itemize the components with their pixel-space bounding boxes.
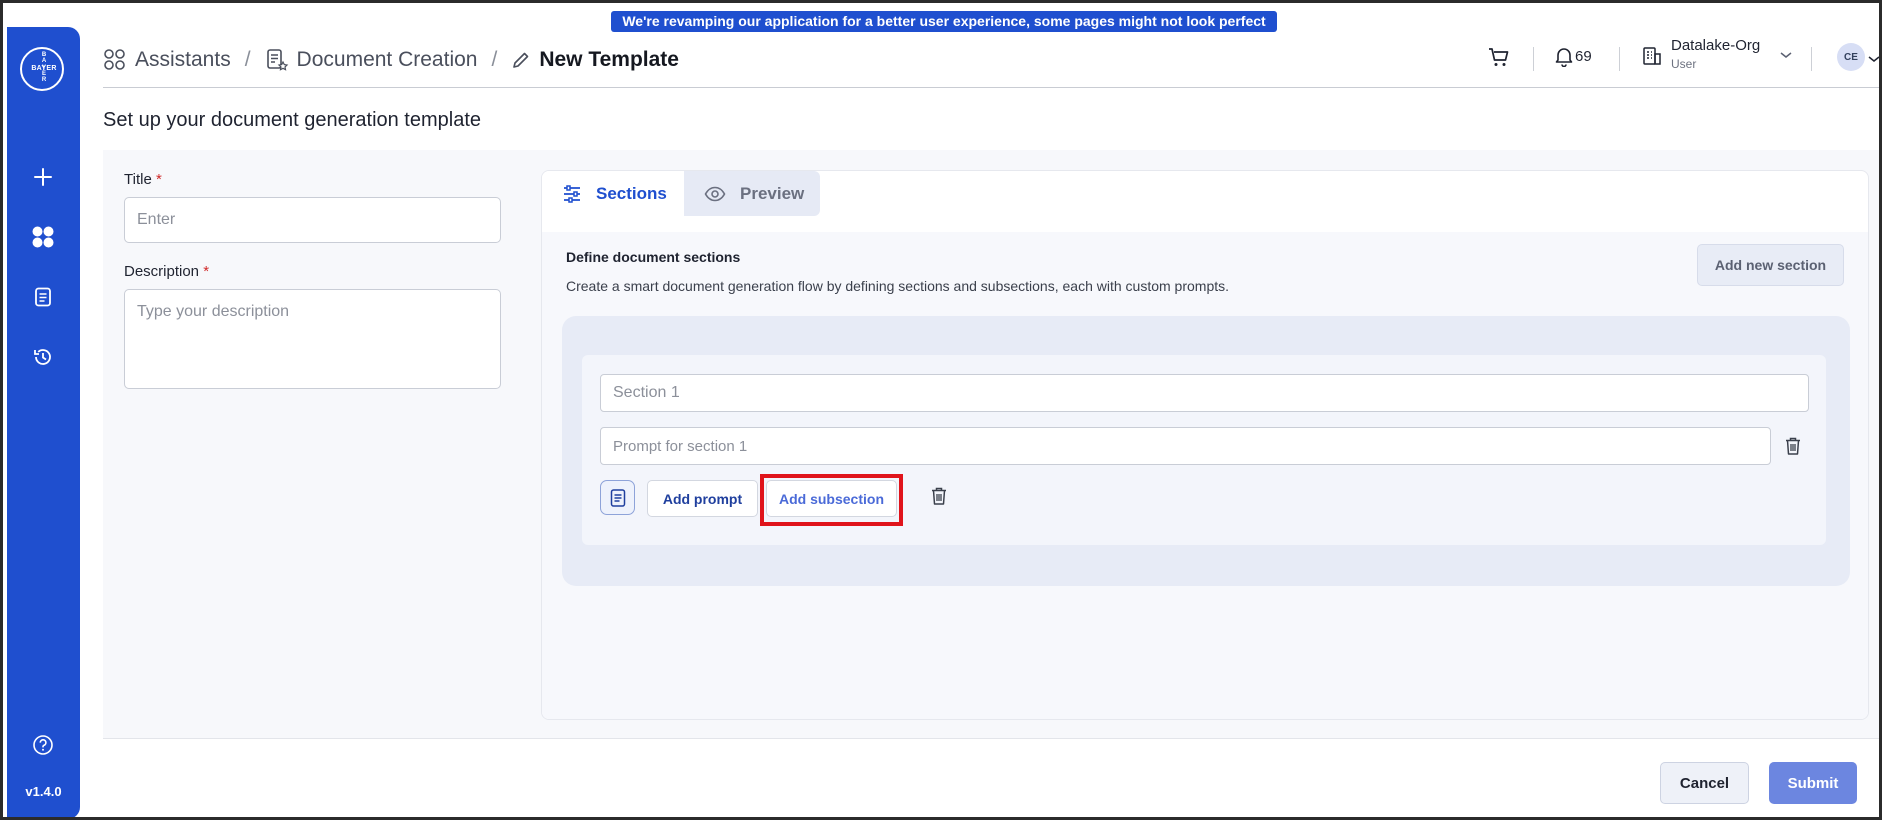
page-title: Set up your document generation template [103, 109, 482, 131]
required-marker: * [203, 263, 210, 280]
breadcrumb-separator: / [491, 48, 498, 71]
tab-preview-label: Preview [740, 183, 805, 203]
add-new-section-button[interactable]: Add new section [1697, 244, 1844, 286]
bell-icon [1555, 48, 1573, 67]
chevron-down-icon[interactable] [1868, 51, 1879, 69]
section-title-input[interactable]: Section 1 [600, 374, 1809, 412]
apps-grid-icon[interactable] [27, 221, 59, 253]
assistants-icon [103, 48, 127, 72]
main-content: Title * Enter Description * Type your de… [103, 150, 1879, 738]
highlight-box [760, 474, 903, 526]
description-label-text: Description [124, 263, 200, 280]
tab-sections-label: Sections [596, 183, 667, 203]
section-prompt-input[interactable]: Prompt for section 1 [600, 427, 1771, 465]
notifications-button[interactable]: 69 [1553, 45, 1592, 67]
header-divider [1533, 47, 1534, 71]
bayer-logo[interactable]: BAYER BAYER [20, 47, 64, 91]
title-label-text: Title [124, 171, 152, 188]
logo-text-horizontal: BAYER [31, 65, 57, 72]
title-input[interactable]: Enter [124, 197, 501, 243]
tab-preview[interactable]: Preview [684, 171, 820, 216]
breadcrumb-document-creation[interactable]: Document Creation [297, 48, 478, 72]
notice-banner: We're revamping our application for a be… [611, 11, 1277, 50]
org-selector[interactable]: Datalake-Org User [1641, 37, 1821, 82]
required-marker: * [155, 171, 162, 188]
document-template-button[interactable] [600, 480, 635, 515]
sections-panel: Sections Preview Define document section… [541, 170, 1869, 720]
pencil-icon [511, 50, 531, 70]
description-textarea[interactable]: Type your description [124, 289, 501, 389]
delete-prompt-trash-icon[interactable] [1781, 434, 1805, 458]
document-icon [610, 488, 625, 507]
notification-count: 69 [1575, 47, 1592, 65]
cancel-button[interactable]: Cancel [1660, 762, 1749, 804]
app-version: v1.4.0 [25, 784, 62, 799]
top-header: Assistants / Document Creation / New Tem… [103, 33, 1879, 88]
building-icon [1641, 45, 1663, 72]
sidebar: BAYER BAYER v1.4.0 [7, 27, 80, 817]
breadcrumb-separator: / [244, 48, 251, 71]
tab-sections[interactable]: Sections [542, 171, 684, 216]
sections-editor: Define document sections Create a smart … [542, 232, 1868, 719]
header-divider [1619, 47, 1620, 71]
chevron-down-icon [1779, 47, 1793, 65]
plus-icon[interactable] [27, 161, 59, 193]
sections-heading: Define document sections [566, 249, 741, 265]
help-icon[interactable] [27, 729, 59, 761]
cart-icon[interactable] [1487, 45, 1511, 74]
form-footer: Cancel Submit [103, 738, 1879, 817]
document-creation-icon [265, 48, 289, 72]
breadcrumb-assistants[interactable]: Assistants [135, 48, 231, 72]
org-role: User [1671, 57, 1697, 71]
sections-list: Section 1 Prompt for section 1 Add promp… [562, 316, 1850, 586]
title-label: Title * [124, 171, 162, 188]
app-window: BAYER BAYER v1.4.0 We're revamping our a… [0, 0, 1882, 820]
org-name: Datalake-Org [1671, 37, 1761, 54]
template-details-form: Title * Enter Description * Type your de… [103, 150, 533, 738]
header-divider [1811, 47, 1812, 71]
submit-button[interactable]: Submit [1769, 762, 1857, 804]
breadcrumb-current: New Template [539, 48, 679, 71]
document-icon[interactable] [27, 281, 59, 313]
breadcrumb: Assistants / Document Creation / New Tem… [103, 43, 679, 77]
sliders-icon [562, 184, 582, 203]
description-label: Description * [124, 263, 209, 280]
delete-section-trash-icon[interactable] [927, 484, 951, 508]
add-prompt-button[interactable]: Add prompt [647, 480, 758, 517]
avatar[interactable]: CE [1837, 43, 1865, 71]
section-card: Section 1 Prompt for section 1 Add promp… [582, 355, 1826, 545]
tab-bar: Sections Preview [542, 171, 820, 216]
history-icon[interactable] [27, 341, 59, 373]
sections-description: Create a smart document generation flow … [566, 278, 1230, 294]
eye-icon [704, 186, 726, 202]
